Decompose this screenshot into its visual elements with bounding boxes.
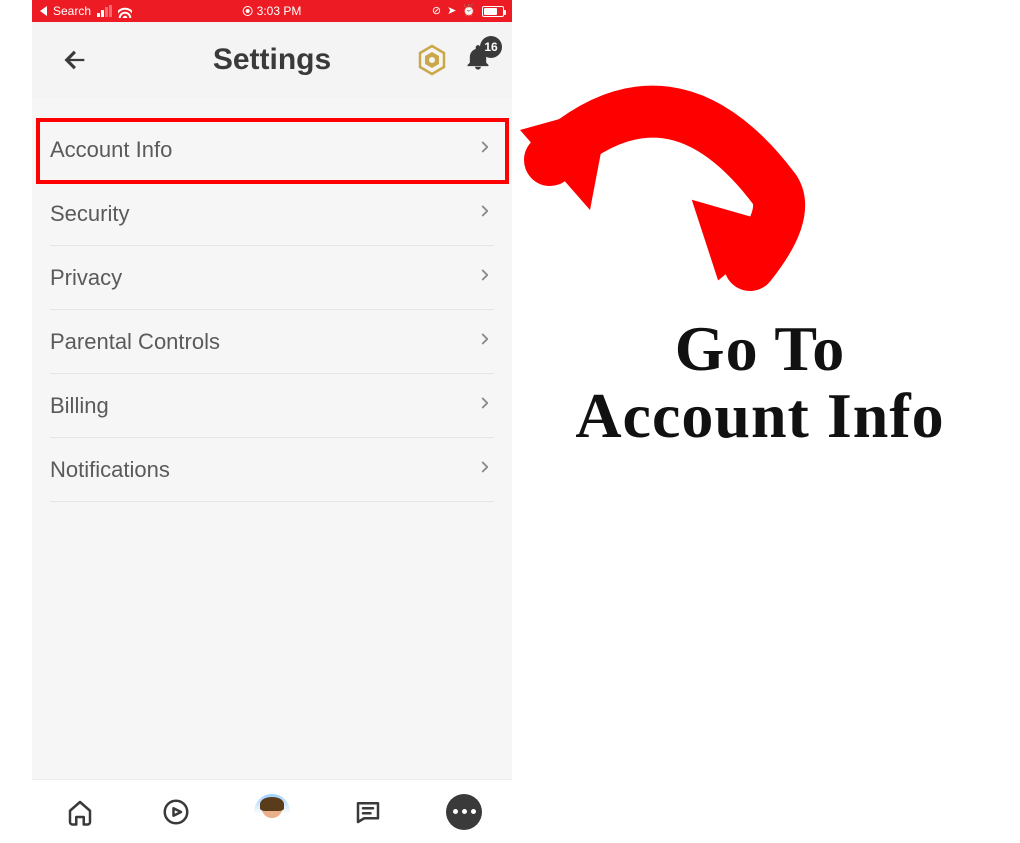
back-triangle-icon <box>40 6 47 16</box>
play-circle-icon <box>161 797 191 827</box>
row-label: Parental Controls <box>50 329 220 355</box>
title-bar: Settings 16 <box>32 22 512 98</box>
settings-item-security[interactable]: Security <box>50 182 494 246</box>
phone-frame: Search 3:03 PM ⊘ ➤ ⏰ Settings 16 <box>32 0 512 843</box>
tab-chat[interactable] <box>350 794 386 830</box>
tab-more[interactable] <box>446 794 482 830</box>
tab-avatar[interactable] <box>254 794 290 830</box>
chat-icon <box>353 797 383 827</box>
chevron-left-icon <box>61 46 89 74</box>
chevron-right-icon <box>476 138 494 161</box>
row-label: Notifications <box>50 457 170 483</box>
notification-badge: 16 <box>480 36 502 58</box>
chevron-right-icon <box>476 458 494 481</box>
page-title: Settings <box>213 43 331 77</box>
lock-icon: ⊘ <box>432 6 441 17</box>
settings-item-privacy[interactable]: Privacy <box>50 246 494 310</box>
recording-icon <box>243 6 253 16</box>
status-time: 3:03 PM <box>257 4 302 18</box>
annotation-text: Go To Account Info <box>520 315 1000 449</box>
chevron-right-icon <box>476 394 494 417</box>
settings-item-account-info[interactable]: Account Info <box>50 118 494 182</box>
status-bar-left: Search <box>40 4 132 18</box>
status-bar: Search 3:03 PM ⊘ ➤ ⏰ <box>32 0 512 22</box>
row-label: Account Info <box>50 137 172 163</box>
status-back-label[interactable]: Search <box>53 4 91 18</box>
cellular-signal-icon <box>97 5 112 17</box>
chevron-right-icon <box>476 330 494 353</box>
annotation-line2: Account Info <box>520 382 1000 449</box>
back-button[interactable] <box>60 45 90 75</box>
battery-icon <box>482 6 504 17</box>
more-icon <box>446 794 482 830</box>
annotation-overlay: Go To Account Info <box>520 70 1000 449</box>
row-label: Security <box>50 201 129 227</box>
avatar-icon <box>254 794 290 830</box>
location-icon: ➤ <box>447 6 456 17</box>
row-label: Billing <box>50 393 109 419</box>
settings-list: Account Info Security Privacy Parental C… <box>32 98 512 779</box>
settings-item-notifications[interactable]: Notifications <box>50 438 494 502</box>
robux-icon[interactable] <box>416 44 448 76</box>
curved-arrow-icon <box>520 70 1000 305</box>
bottom-tab-bar <box>32 779 512 843</box>
row-label: Privacy <box>50 265 122 291</box>
tab-discover[interactable] <box>158 794 194 830</box>
alarm-icon: ⏰ <box>462 6 476 17</box>
annotation-line1: Go To <box>520 315 1000 382</box>
tab-home[interactable] <box>62 794 98 830</box>
settings-item-billing[interactable]: Billing <box>50 374 494 438</box>
home-icon <box>65 797 95 827</box>
notifications-button[interactable]: 16 <box>464 44 492 77</box>
status-bar-center: 3:03 PM <box>243 4 302 18</box>
settings-item-parental-controls[interactable]: Parental Controls <box>50 310 494 374</box>
chevron-right-icon <box>476 266 494 289</box>
chevron-right-icon <box>476 202 494 225</box>
status-bar-right: ⊘ ➤ ⏰ <box>432 6 504 17</box>
title-actions: 16 <box>416 44 492 77</box>
wifi-icon <box>118 4 132 18</box>
